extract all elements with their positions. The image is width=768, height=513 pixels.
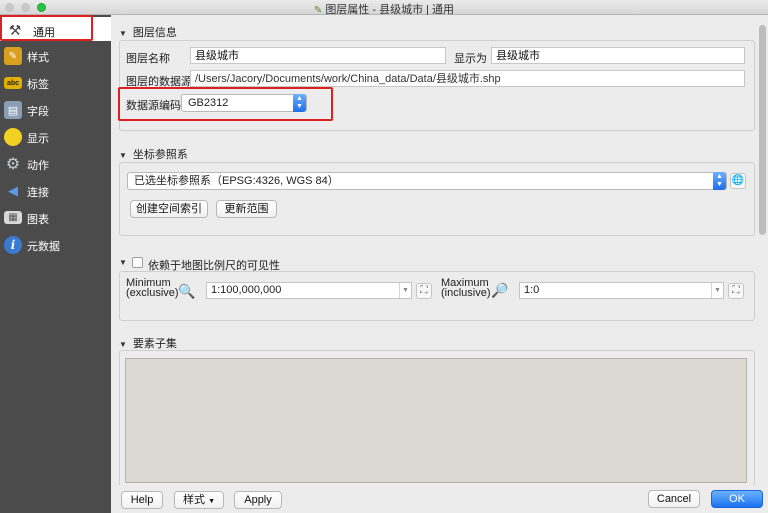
sidebar-item-label: 连接 xyxy=(27,187,49,199)
data-source-label: 图层的数据源 xyxy=(126,76,192,88)
subset-query-textarea[interactable] xyxy=(125,358,747,483)
sidebar-item-actions[interactable]: ⚙ 动作 xyxy=(0,152,111,176)
cancel-button[interactable]: Cancel xyxy=(648,490,700,508)
crs-select[interactable]: 已选坐标参照系（EPSG:4326, WGS 84） ▲ ▼ xyxy=(127,172,727,190)
sidebar-item-metadata[interactable]: i 元数据 xyxy=(0,233,111,257)
layer-info-title: 图层信息 xyxy=(132,27,177,39)
sidebar-item-fields[interactable]: ▤ 字段 xyxy=(0,98,111,122)
style-button-label: 样式 xyxy=(183,494,205,506)
scale-visibility-header: ▼ xyxy=(119,256,133,268)
minimum-label-line2: (exclusive) xyxy=(126,287,179,299)
layer-info-header[interactable]: ▼ 图层信息 xyxy=(119,24,177,40)
join-arrow-icon: ◀ xyxy=(8,183,18,198)
table-icon: ▤ xyxy=(4,101,22,119)
main-panel: ▼ 图层信息 图层名称 县级城市 显示为 县级城市 图层的数据源 /Users/J… xyxy=(111,15,768,490)
sidebar-item-label: 通用 xyxy=(33,27,55,39)
dialog-button-bar: Help 样式 ▼ Apply Cancel OK xyxy=(111,485,768,513)
gear-icon: ⚙ xyxy=(5,156,21,173)
encoding-select[interactable]: GB2312 ▲ ▼ xyxy=(181,94,307,112)
collapse-triangle-icon: ▼ xyxy=(119,340,127,349)
maximum-scale-label: Maximum (inclusive) xyxy=(441,278,491,299)
sidebar-item-label: 标签 xyxy=(27,79,49,91)
scrollbar-thumb[interactable] xyxy=(759,25,766,235)
sidebar-item-general[interactable]: ⚒ 通用 xyxy=(0,17,111,41)
speech-bubble-icon: • xyxy=(4,128,22,146)
style-menu-button[interactable]: 样式 ▼ xyxy=(174,491,224,509)
collapse-triangle-icon: ▼ xyxy=(119,29,127,38)
crs-header[interactable]: ▼ 坐标参照系 xyxy=(119,146,188,162)
sidebar-item-style[interactable]: ✎ 样式 xyxy=(0,44,111,68)
sidebar-item-display[interactable]: • 显示 xyxy=(0,125,111,149)
sidebar-item-label: 图表 xyxy=(27,214,49,226)
sidebar-item-label: 样式 xyxy=(27,52,49,64)
sidebar-item-label: 动作 xyxy=(27,160,49,172)
subset-header[interactable]: ▼ 要素子集 xyxy=(119,335,177,351)
window-titlebar: ✎ 图层属性 - 县级城市 | 通用 xyxy=(0,0,768,16)
update-extent-button[interactable]: 更新范围 xyxy=(216,200,277,218)
sidebar-item-diagrams[interactable]: ▦ 图表 xyxy=(0,206,111,230)
sidebar-item-label: 字段 xyxy=(27,106,49,118)
dropdown-caret-icon: ▼ xyxy=(208,498,215,505)
minimum-scale-value: 1:100,000,000 xyxy=(211,284,282,296)
info-icon: i xyxy=(4,236,22,254)
abc-label-icon: abc xyxy=(4,77,22,89)
scale-visibility-checkbox[interactable] xyxy=(132,257,143,268)
chevron-down-icon: ▼ xyxy=(399,283,411,298)
paintbrush-icon: ✎ xyxy=(4,47,22,65)
encoding-value: GB2312 xyxy=(188,97,229,109)
maximum-scale-combo[interactable]: 1:0 ▼ xyxy=(519,282,724,299)
sidebar: ⚒ 通用 ✎ 样式 abc 标签 ▤ 字段 • 显示 ⚙ 动作 ◀ 连接 ▦ 图… xyxy=(0,15,111,513)
crs-title: 坐标参照系 xyxy=(132,149,188,161)
current-scale-icon[interactable]: ⛶ xyxy=(416,283,432,299)
zoom-out-magnifier-icon: 🔍 xyxy=(178,283,196,299)
layer-name-label: 图层名称 xyxy=(126,53,170,65)
subset-title: 要素子集 xyxy=(132,338,177,350)
data-source-field[interactable]: /Users/Jacory/Documents/work/China_data/… xyxy=(190,70,745,87)
layer-name-input[interactable]: 县级城市 xyxy=(190,47,446,64)
display-as-label: 显示为 xyxy=(454,53,487,65)
chevron-down-icon: ▼ xyxy=(711,283,723,298)
apply-button[interactable]: Apply xyxy=(234,491,282,509)
current-scale-icon[interactable]: ⛶ xyxy=(728,283,744,299)
collapse-triangle-icon: ▼ xyxy=(119,151,127,160)
sidebar-item-joins[interactable]: ◀ 连接 xyxy=(0,179,111,203)
maximum-label-line2: (inclusive) xyxy=(441,287,491,299)
sidebar-item-label: 元数据 xyxy=(27,241,60,253)
sidebar-item-labels[interactable]: abc 标签 xyxy=(0,71,111,95)
collapse-triangle-icon[interactable]: ▼ xyxy=(119,258,127,267)
updown-arrows-icon: ▲ ▼ xyxy=(293,94,306,112)
diagram-icon: ▦ xyxy=(4,211,22,224)
sidebar-item-label: 显示 xyxy=(27,133,49,145)
maximum-scale-value: 1:0 xyxy=(524,284,540,296)
minimum-scale-combo[interactable]: 1:100,000,000 ▼ xyxy=(206,282,412,299)
zoom-in-magnifier-icon: 🔎 xyxy=(491,282,509,298)
minimum-scale-label: Minimum (exclusive) xyxy=(126,278,179,299)
updown-arrows-icon: ▲ ▼ xyxy=(713,172,726,190)
create-spatial-index-button[interactable]: 创建空间索引 xyxy=(130,200,208,218)
crs-selector-globe-icon[interactable]: 🌐 xyxy=(730,173,746,189)
display-as-input[interactable]: 县级城市 xyxy=(491,47,745,64)
encoding-label: 数据源编码 xyxy=(126,100,181,112)
crs-value: 已选坐标参照系（EPSG:4326, WGS 84） xyxy=(134,175,339,187)
help-button[interactable]: Help xyxy=(121,491,163,509)
main-scrollbar[interactable] xyxy=(759,21,766,481)
hammer-wrench-icon: ⚒ xyxy=(8,21,22,38)
ok-button[interactable]: OK xyxy=(711,490,763,508)
